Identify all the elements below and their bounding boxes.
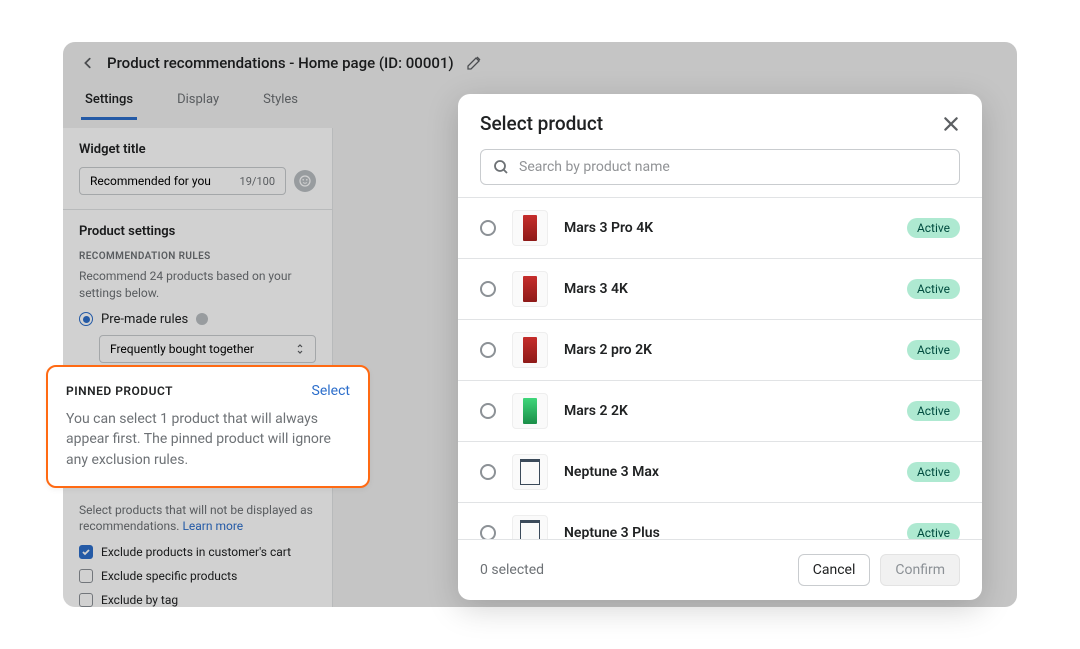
product-name: Mars 3 Pro 4K	[564, 220, 891, 236]
product-row[interactable]: Neptune 3 Plus Active	[458, 502, 982, 539]
product-thumbnail	[512, 271, 548, 307]
learn-more-link[interactable]: Learn more	[182, 519, 243, 533]
selected-count: 0 selected	[480, 562, 544, 578]
product-row[interactable]: Mars 3 4K Active	[458, 258, 982, 319]
premade-rules-radio[interactable]: Pre-made rules	[79, 312, 316, 327]
product-thumbnail	[512, 454, 548, 490]
cancel-button[interactable]: Cancel	[798, 554, 871, 586]
exclude-tag-checkbox[interactable]: Exclude by tag	[79, 593, 316, 607]
premade-label: Pre-made rules	[101, 312, 188, 327]
product-settings-heading: Product settings	[79, 224, 316, 239]
radio-icon	[79, 312, 93, 326]
status-badge: Active	[907, 218, 960, 238]
exclusion-section: Select products that will not be display…	[63, 487, 332, 607]
widget-title-value: Recommended for you	[90, 174, 211, 188]
status-badge: Active	[907, 462, 960, 482]
pinned-select-link[interactable]: Select	[312, 383, 350, 399]
exclude-cart-checkbox[interactable]: Exclude products in customer's cart	[79, 545, 316, 559]
modal-footer: 0 selected Cancel Confirm	[458, 539, 982, 600]
premade-select[interactable]: Frequently bought together	[99, 335, 316, 363]
radio-icon[interactable]	[480, 220, 496, 236]
status-badge: Active	[907, 279, 960, 299]
radio-icon[interactable]	[480, 464, 496, 480]
widget-title-input[interactable]: Recommended for you 19/100	[79, 167, 286, 195]
product-thumbnail	[512, 332, 548, 368]
product-row[interactable]: Mars 2 2K Active	[458, 380, 982, 441]
checkbox-icon	[79, 593, 93, 607]
back-icon[interactable]	[81, 56, 95, 70]
tab-settings[interactable]: Settings	[81, 84, 137, 120]
product-thumbnail	[512, 393, 548, 429]
info-icon[interactable]	[196, 313, 208, 325]
tab-styles[interactable]: Styles	[259, 84, 302, 120]
product-row[interactable]: Mars 2 pro 2K Active	[458, 319, 982, 380]
product-row[interactable]: Mars 3 Pro 4K Active	[458, 197, 982, 258]
rules-desc: Recommend 24 products based on your sett…	[79, 268, 316, 302]
modal-header: Select product	[458, 94, 982, 149]
pinned-product-callout: PINNED PRODUCT Select You can select 1 p…	[46, 365, 370, 488]
edit-icon[interactable]	[466, 55, 482, 71]
modal-title: Select product	[480, 112, 603, 135]
product-row[interactable]: Neptune 3 Max Active	[458, 441, 982, 502]
confirm-button[interactable]: Confirm	[880, 554, 960, 586]
checkbox-icon	[79, 545, 93, 559]
emoji-button[interactable]	[294, 170, 316, 192]
product-thumbnail	[512, 515, 548, 539]
product-name: Neptune 3 Plus	[564, 525, 891, 539]
premade-value: Frequently bought together	[110, 342, 254, 356]
chevron-updown-icon	[295, 344, 305, 354]
checkbox-icon	[79, 569, 93, 583]
status-badge: Active	[907, 401, 960, 421]
product-list: Mars 3 Pro 4KActiveMars 3 4KActiveMars 2…	[458, 197, 982, 539]
search-placeholder: Search by product name	[519, 159, 670, 175]
exclude-specific-checkbox[interactable]: Exclude specific products	[79, 569, 316, 583]
page-title: Product recommendations - Home page (ID:…	[107, 54, 454, 72]
char-count: 19/100	[240, 175, 275, 188]
tab-display[interactable]: Display	[173, 84, 223, 120]
rules-heading: RECOMMENDATION RULES	[79, 251, 316, 262]
product-name: Mars 2 pro 2K	[564, 342, 891, 358]
product-name: Mars 2 2K	[564, 403, 891, 419]
topbar: Product recommendations - Home page (ID:…	[63, 42, 1017, 84]
status-badge: Active	[907, 340, 960, 360]
widget-title-label: Widget title	[79, 142, 316, 157]
radio-icon[interactable]	[480, 525, 496, 539]
pinned-body: You can select 1 product that will alway…	[66, 409, 350, 470]
widget-title-section: Widget title Recommended for you 19/100	[63, 128, 332, 210]
close-icon[interactable]	[942, 115, 960, 133]
select-product-modal: Select product Search by product name Ma…	[458, 94, 982, 600]
product-thumbnail	[512, 210, 548, 246]
search-input[interactable]: Search by product name	[480, 149, 960, 185]
radio-icon[interactable]	[480, 342, 496, 358]
status-badge: Active	[907, 523, 960, 539]
pinned-heading: PINNED PRODUCT	[66, 384, 173, 398]
product-name: Neptune 3 Max	[564, 464, 891, 480]
exclusion-desc: Select products that will not be display…	[79, 502, 316, 536]
product-name: Mars 3 4K	[564, 281, 891, 297]
radio-icon[interactable]	[480, 403, 496, 419]
radio-icon[interactable]	[480, 281, 496, 297]
search-icon	[493, 159, 509, 175]
